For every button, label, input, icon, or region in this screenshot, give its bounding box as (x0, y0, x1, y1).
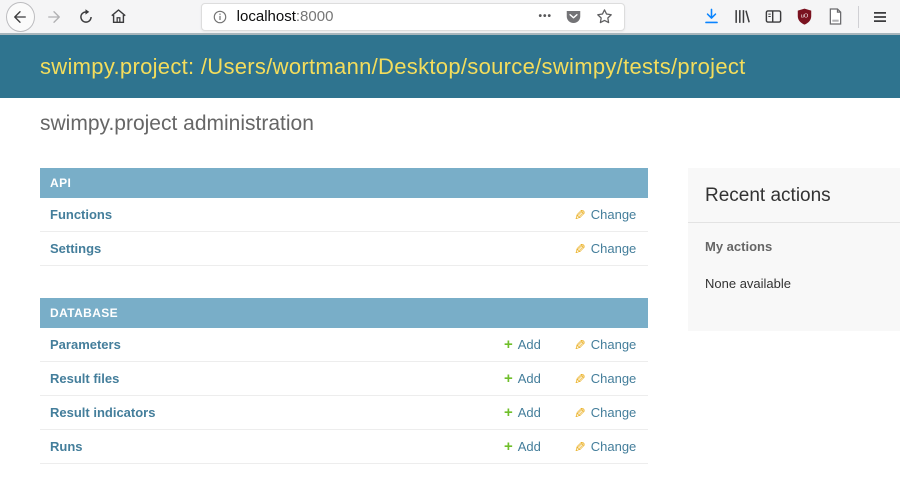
pencil-icon: ✎ (574, 440, 586, 454)
my-actions-heading: My actions (705, 239, 883, 254)
toolbar-extension-area: uO (691, 6, 890, 28)
model-link-settings[interactable]: Settings (50, 241, 574, 256)
url-host: localhost (237, 8, 296, 25)
change-label: Change (591, 337, 637, 352)
forward-button[interactable] (45, 7, 64, 27)
add-link[interactable]: + Add (504, 405, 548, 420)
model-row: Result files + Add ✎ Change (40, 362, 648, 396)
app-caption[interactable]: API (40, 168, 648, 198)
add-label: Add (518, 337, 541, 352)
none-available-text: None available (705, 276, 883, 291)
change-label: Change (591, 241, 637, 256)
plus-icon: + (504, 371, 513, 386)
site-branding-link[interactable]: swimpy.project: /Users/wortmann/Desktop/… (40, 54, 746, 80)
menu-button[interactable] (870, 6, 890, 28)
toolbar-separator (858, 6, 859, 28)
reload-icon (77, 8, 95, 26)
pencil-icon: ✎ (574, 242, 586, 256)
admin-content: swimpy.project administration API Functi… (0, 98, 900, 499)
shield-icon: uO (795, 7, 814, 26)
library-icon (733, 7, 752, 26)
change-label: Change (591, 405, 637, 420)
back-button[interactable] (6, 2, 35, 32)
add-link[interactable]: + Add (504, 371, 548, 386)
model-link-functions[interactable]: Functions (50, 207, 574, 222)
reader-extension-button[interactable] (826, 6, 846, 28)
sidebar-toggle-icon (764, 7, 783, 26)
app-list: API Functions ✎ Change Settings ✎ Change… (40, 168, 648, 496)
add-label: Add (518, 439, 541, 454)
change-label: Change (591, 207, 637, 222)
add-label: Add (518, 371, 541, 386)
back-icon (11, 8, 29, 26)
bookmark-star-icon[interactable] (595, 7, 614, 26)
add-label: Add (518, 405, 541, 420)
change-label: Change (591, 439, 637, 454)
recent-actions-body: My actions None available (688, 223, 900, 331)
change-link[interactable]: ✎ Change (574, 405, 638, 420)
plus-icon: + (504, 439, 513, 454)
admin-header: swimpy.project: /Users/wortmann/Desktop/… (0, 35, 900, 98)
model-row: Functions ✎ Change (40, 198, 648, 232)
page-icon (826, 7, 845, 26)
reload-button[interactable] (77, 7, 96, 27)
change-label: Change (591, 371, 637, 386)
add-link[interactable]: + Add (504, 439, 548, 454)
pencil-icon: ✎ (574, 338, 586, 352)
change-link[interactable]: ✎ Change (574, 439, 638, 454)
recent-actions-title: Recent actions (688, 168, 900, 223)
pencil-icon: ✎ (574, 406, 586, 420)
downloads-button[interactable] (702, 6, 722, 28)
model-row: Result indicators + Add ✎ Change (40, 396, 648, 430)
page-actions-icon[interactable]: ••• (538, 11, 552, 22)
change-link[interactable]: ✎ Change (574, 371, 638, 386)
model-link-runs[interactable]: Runs (50, 439, 504, 454)
app-module-database: DATABASE Parameters + Add ✎ Change Resul… (40, 298, 648, 464)
add-link[interactable]: + Add (504, 337, 548, 352)
ublock-button[interactable]: uO (795, 6, 815, 28)
svg-text:uO: uO (801, 14, 809, 20)
pencil-icon: ✎ (574, 208, 586, 222)
app-caption[interactable]: DATABASE (40, 298, 648, 328)
url-text[interactable]: localhost:8000 (237, 8, 527, 25)
pocket-icon[interactable] (564, 8, 583, 26)
home-icon (109, 7, 128, 26)
pencil-icon: ✎ (574, 372, 586, 386)
model-row: Parameters + Add ✎ Change (40, 328, 648, 362)
library-button[interactable] (733, 6, 753, 28)
model-link-result-indicators[interactable]: Result indicators (50, 405, 504, 420)
model-link-result-files[interactable]: Result files (50, 371, 504, 386)
sidebars-button[interactable] (764, 6, 784, 28)
browser-toolbar: localhost:8000 ••• uO (0, 0, 900, 35)
model-row: Settings ✎ Change (40, 232, 648, 266)
model-row: Runs + Add ✎ Change (40, 430, 648, 464)
change-link[interactable]: ✎ Change (574, 207, 638, 222)
app-module-api: API Functions ✎ Change Settings ✎ Change (40, 168, 648, 266)
home-button[interactable] (109, 7, 128, 27)
forward-icon (45, 8, 63, 26)
url-bar[interactable]: localhost:8000 ••• (201, 3, 625, 31)
plus-icon: + (504, 405, 513, 420)
change-link[interactable]: ✎ Change (574, 337, 638, 352)
hamburger-icon (871, 8, 889, 26)
plus-icon: + (504, 337, 513, 352)
change-link[interactable]: ✎ Change (574, 241, 638, 256)
download-icon (702, 7, 721, 26)
site-info-icon[interactable] (212, 9, 228, 25)
page-title: swimpy.project administration (40, 112, 314, 136)
model-link-parameters[interactable]: Parameters (50, 337, 504, 352)
recent-actions-module: Recent actions My actions None available (688, 168, 900, 331)
url-port: :8000 (296, 8, 334, 25)
